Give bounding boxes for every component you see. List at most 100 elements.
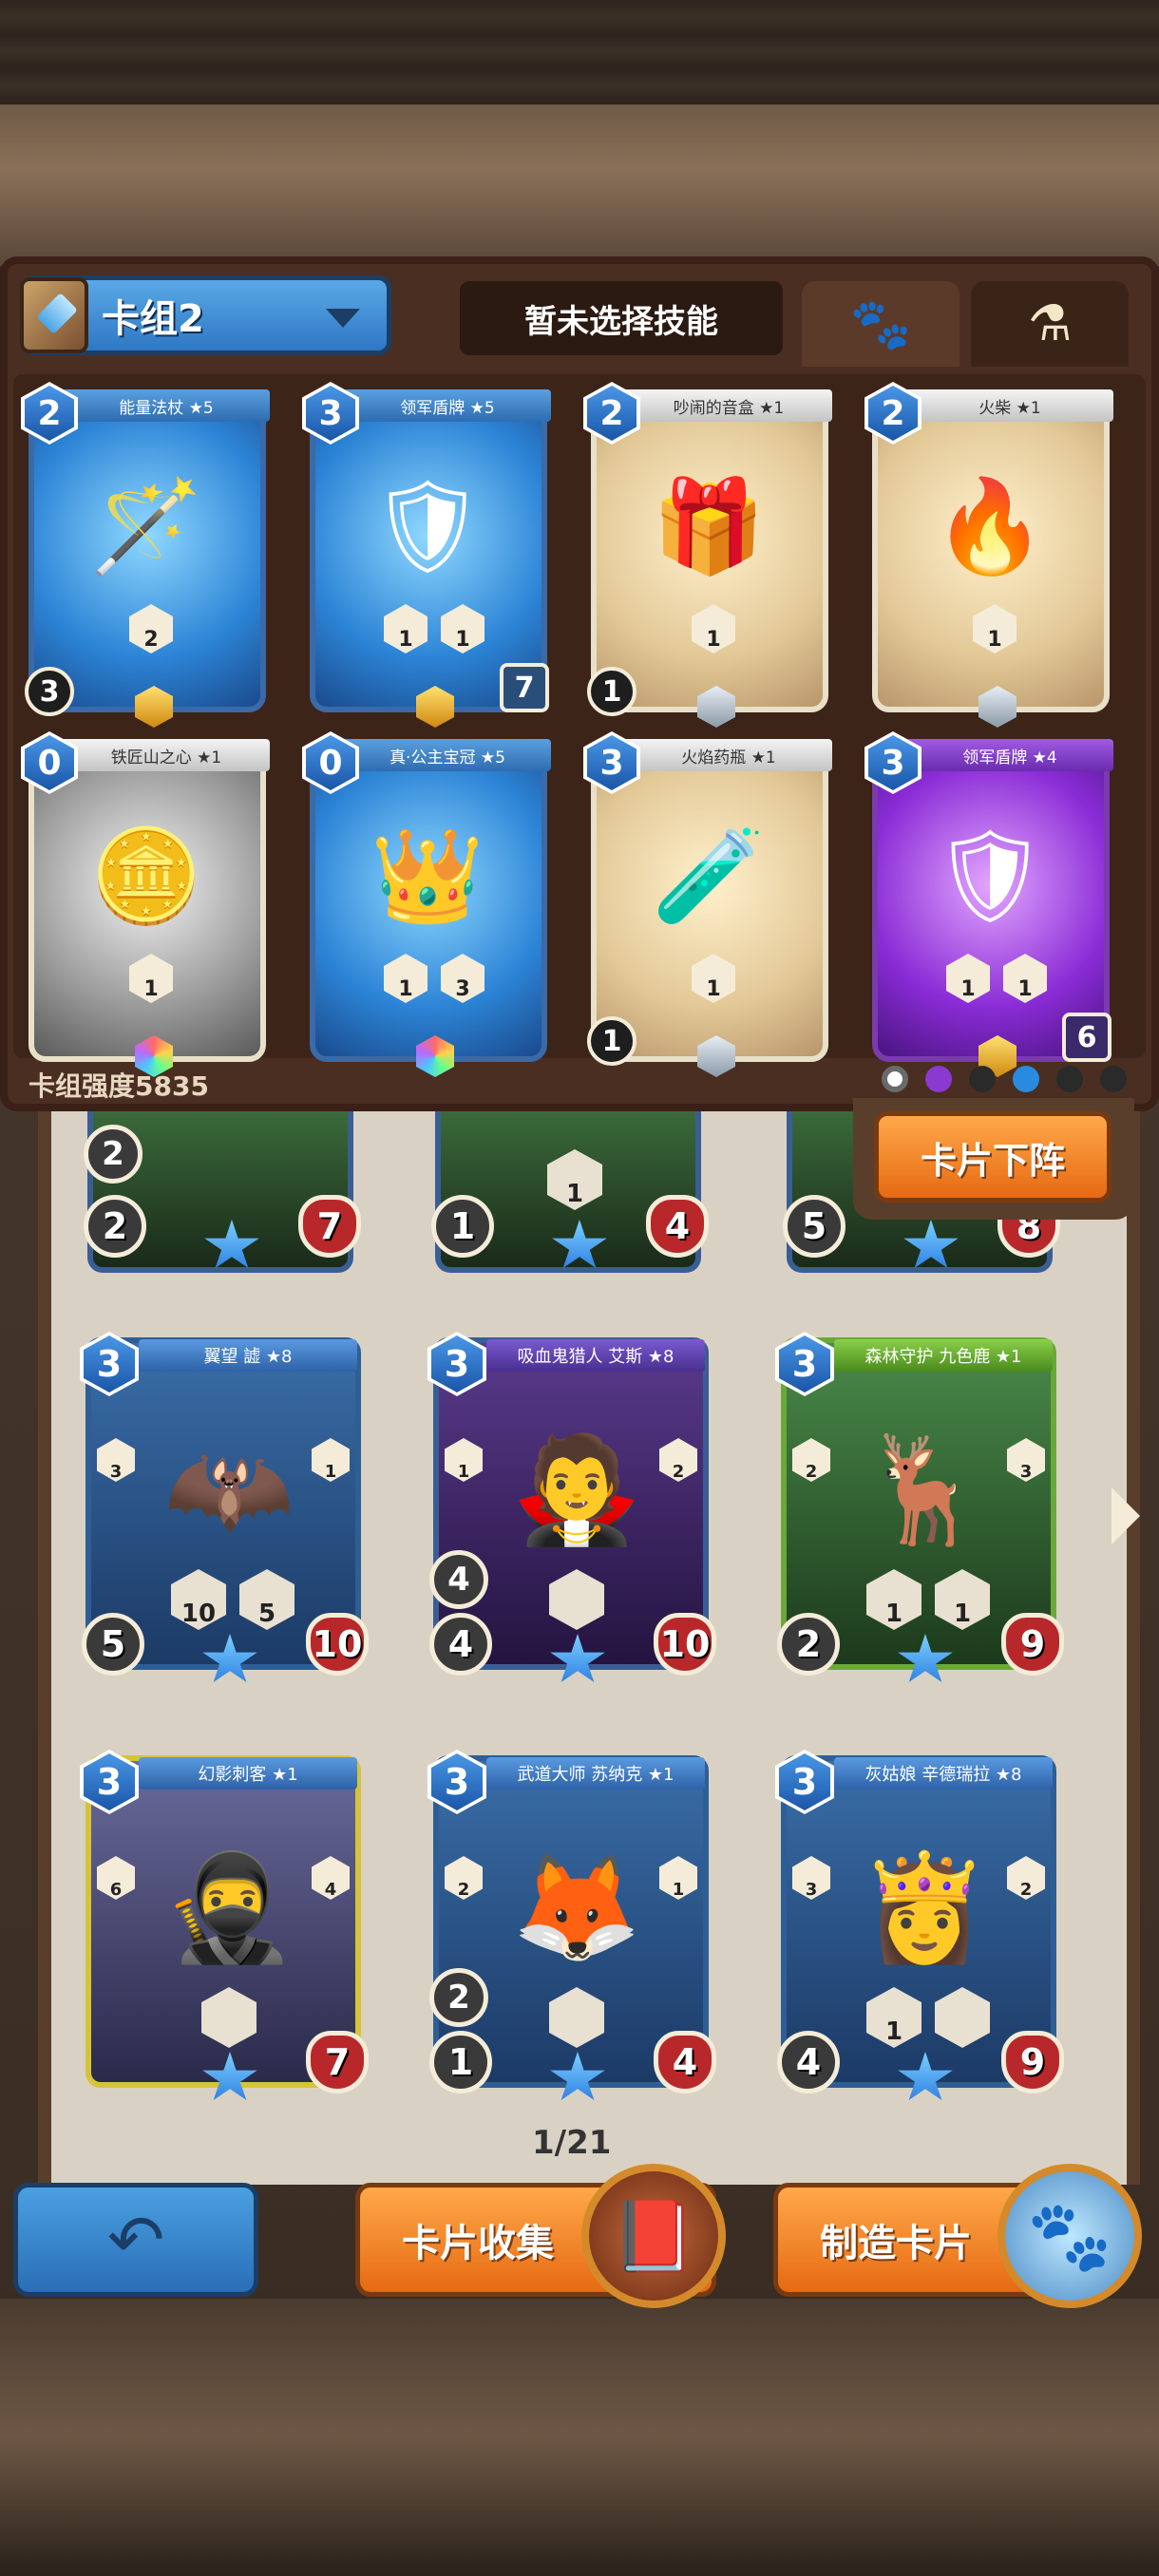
attack-stat: 4 <box>429 1613 492 1676</box>
card-corner-left: 1 <box>587 667 636 716</box>
collection-card[interactable]: 吸血鬼猎人 艾斯 ★8 🧛 3 1 2 4 4 10 <box>428 1332 716 1682</box>
collection-card-partial[interactable]: 114 <box>431 1111 709 1273</box>
filter-blue-icon[interactable] <box>1013 1066 1039 1092</box>
health-stat: 7 <box>306 2031 369 2093</box>
attack-stat: 2 <box>777 1613 840 1676</box>
deck-selector[interactable]: 卡组2 <box>20 275 391 355</box>
wood-plank <box>0 104 1159 266</box>
card-name: 火焰药瓶 ★1 <box>625 739 832 771</box>
deck-card[interactable]: 吵闹的音盒 ★1 🎁 2 1 1 <box>583 382 832 728</box>
card-art: 🎁 <box>652 472 766 579</box>
card-name: 幻影刺客 ★1 <box>139 1757 357 1790</box>
card-art: 🧪 <box>652 822 766 929</box>
attack-stat: 2 <box>84 1195 146 1258</box>
filter-beast-icon[interactable] <box>1056 1066 1083 1092</box>
collection-card[interactable]: 灰姑娘 辛德瑞拉 ★8 👸 3 3 2 1 4 9 <box>775 1750 1064 2100</box>
card-book-icon[interactable]: 📕 <box>581 2164 726 2308</box>
collection-card-partial[interactable]: 2 2 7 <box>84 1111 361 1273</box>
deck-card[interactable]: 能量法杖 ★5 🪄 2 2 3 <box>21 382 270 728</box>
card-art: 🦌 <box>859 1428 990 1550</box>
health-stat: 10 <box>654 1613 716 1676</box>
page-indicator: 1/21 <box>532 2124 612 2162</box>
card-art: 🧛 <box>511 1428 642 1550</box>
card-cost-value: 3 <box>779 1335 830 1392</box>
wood-background-bottom <box>0 2299 1159 2576</box>
card-stat: 1 <box>692 604 735 653</box>
card-stat: 1 <box>692 954 735 1003</box>
card-extra-stat: 2 <box>429 1968 488 2027</box>
card-collect-label: 卡片收集 <box>402 2222 554 2265</box>
card-name: 灰姑娘 辛德瑞拉 ★8 <box>834 1757 1053 1790</box>
card-corner-right: 7 <box>500 663 549 712</box>
card-cost-value: 3 <box>779 1753 830 1810</box>
card-stat: 1 <box>547 1149 602 1210</box>
skill-selector[interactable]: 暂未选择技能 <box>460 281 783 355</box>
collection-card[interactable]: 幻影刺客 ★1 🥷 3 6 4 7 <box>80 1750 369 2100</box>
card-name: 翼望 譃 ★8 <box>139 1339 357 1372</box>
back-button[interactable]: ↶ <box>13 2183 258 2297</box>
card-name: 森林守护 九色鹿 ★1 <box>834 1339 1053 1372</box>
card-name: 武道大师 苏纳克 ★1 <box>486 1757 705 1790</box>
card-cost-value: 3 <box>84 1335 135 1392</box>
card-name: 火柴 ★1 <box>906 389 1113 422</box>
next-page-arrow-icon[interactable] <box>1112 1487 1140 1544</box>
tab-paw[interactable]: 🐾 <box>802 281 960 367</box>
potion-icon: ⚗ <box>1027 295 1073 352</box>
card-cost-value: 3 <box>587 735 636 790</box>
card-stat: 1 <box>384 954 428 1003</box>
card-art: 👑 <box>370 822 484 929</box>
card-cost-value: 2 <box>25 386 74 441</box>
deck-name: 卡组2 <box>102 297 204 341</box>
card-art: 🦊 <box>511 1846 642 1968</box>
health-stat: 9 <box>1001 2031 1064 2093</box>
paw-jar-icon[interactable]: 🐾 <box>998 2164 1142 2308</box>
star-gem-icon <box>903 1220 959 1268</box>
collection-card[interactable]: 武道大师 苏纳克 ★1 🦊 3 2 1 2 1 4 <box>428 1750 716 2100</box>
filter-other-icon[interactable] <box>1100 1066 1127 1092</box>
card-stat: 1 <box>441 604 484 653</box>
card-stat: 3 <box>441 954 484 1003</box>
card-corner-left: 1 <box>587 1016 636 1066</box>
card-stat: 1 <box>973 604 1016 653</box>
filter-purple-icon[interactable] <box>925 1066 952 1092</box>
deck-strength: 卡组强度5835 <box>28 1070 209 1102</box>
card-stat: 1 <box>1003 954 1047 1003</box>
card-art: 🛡 <box>932 822 1048 929</box>
card-name: 吸血鬼猎人 艾斯 ★8 <box>486 1339 705 1372</box>
deck-card[interactable]: 铁匠山之心 ★1 🪙 0 1 <box>21 731 270 1077</box>
card-cost-value: 2 <box>587 386 636 441</box>
card-art: 🥷 <box>163 1846 294 1968</box>
chevron-down-icon <box>326 309 360 328</box>
tab-potion[interactable]: ⚗ <box>971 281 1129 367</box>
deck-card[interactable]: 火柴 ★1 🔥 2 1 <box>864 382 1113 728</box>
deck-card[interactable]: 真·公主宝冠 ★5 👑 0 1 3 <box>302 731 551 1077</box>
attack-stat: 5 <box>783 1195 846 1258</box>
collection-card[interactable]: 翼望 譃 ★8 🦇 3 3 1 10 5 5 10 <box>80 1332 369 1682</box>
card-cost-value: 3 <box>84 1753 135 1810</box>
card-stat: 1 <box>129 954 173 1003</box>
card-corner-right: 6 <box>1062 1013 1112 1062</box>
deck-card[interactable]: 火焰药瓶 ★1 🧪 3 1 1 <box>583 731 832 1077</box>
deck-card[interactable]: 领军盾牌 ★4 🛡 3 1 1 6 <box>864 731 1113 1077</box>
card-cost-value: 3 <box>306 386 355 441</box>
health-stat: 7 <box>298 1195 361 1258</box>
card-cost-value: 3 <box>431 1753 483 1810</box>
card-cost-value: 0 <box>306 735 355 790</box>
card-cost-value: 2 <box>868 386 918 441</box>
card-art: 🔥 <box>933 472 1047 579</box>
card-art: 👸 <box>859 1846 990 1968</box>
collection-card[interactable]: 森林守护 九色鹿 ★1 🦌 3 2 3 1 1 2 9 <box>775 1332 1064 1682</box>
card-cost-value: 3 <box>868 735 918 790</box>
health-stat: 9 <box>1001 1613 1064 1676</box>
card-cost-value: 3 <box>431 1335 483 1392</box>
deck-card[interactable]: 领军盾牌 ★5 🛡 3 1 1 7 <box>302 382 551 728</box>
star-gem-icon <box>552 1220 607 1268</box>
deck-book-icon <box>20 277 88 353</box>
unequip-button[interactable]: 卡片下阵 <box>874 1111 1112 1203</box>
filter-neutral-icon[interactable] <box>882 1066 908 1092</box>
card-extra-stat: 4 <box>429 1550 488 1609</box>
filter-dark-icon[interactable] <box>969 1066 996 1092</box>
health-stat: 4 <box>654 2031 716 2093</box>
paw-icon: 🐾 <box>849 295 912 353</box>
card-name: 吵闹的音盒 ★1 <box>625 389 832 422</box>
